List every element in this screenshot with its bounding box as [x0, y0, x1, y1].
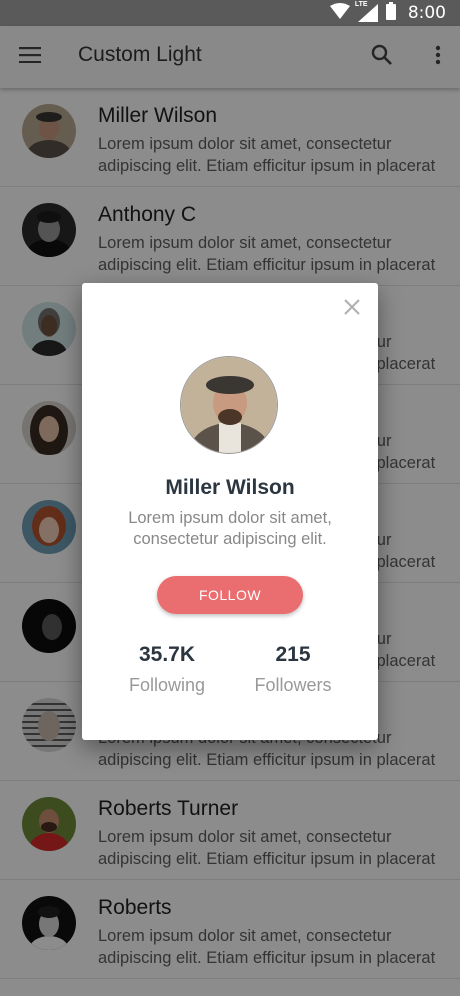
following-label: Following	[128, 675, 206, 695]
profile-avatar	[180, 356, 278, 454]
followers-label: Followers	[254, 675, 332, 695]
follow-button[interactable]: FOLLOW	[157, 576, 303, 614]
close-button[interactable]	[340, 297, 364, 321]
close-icon	[344, 298, 360, 320]
following-count: 35.7K	[138, 643, 196, 666]
following-stat: 35.7K Following	[102, 643, 232, 696]
status-bar: LTE 8:00	[0, 0, 460, 26]
profile-desc-line2: consectetur adipiscing elit.	[133, 530, 327, 548]
profile-dialog: Miller Wilson Lorem ipsum dolor sit amet…	[82, 283, 378, 740]
status-icons: LTE 8:00	[329, 1, 446, 25]
battery-icon	[385, 1, 396, 25]
followers-stat: 215 Followers	[228, 643, 358, 696]
cell-signal-icon: LTE	[354, 1, 378, 22]
profile-description: Lorem ipsum dolor sit amet, consectetur …	[82, 508, 378, 550]
status-time: 8:00	[407, 3, 446, 23]
followers-count: 215	[275, 643, 311, 666]
profile-desc-line1: Lorem ipsum dolor sit amet,	[128, 509, 332, 527]
profile-name: Miller Wilson	[165, 476, 295, 499]
wifi-icon	[329, 2, 350, 24]
network-type-label: LTE	[354, 1, 368, 8]
